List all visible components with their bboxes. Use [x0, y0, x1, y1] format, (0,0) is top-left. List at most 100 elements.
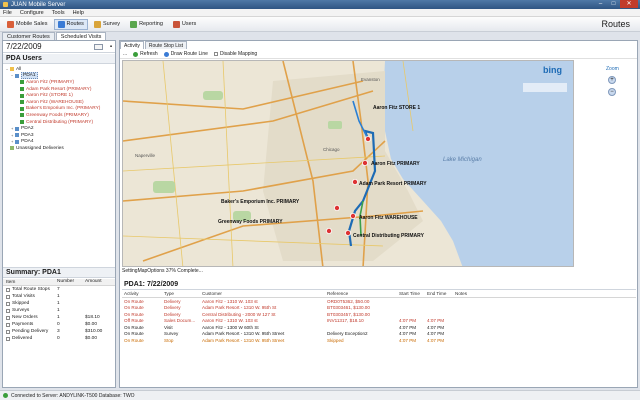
calendar-dropdown-icon[interactable] [94, 44, 103, 50]
tab-customer-routes[interactable]: Customer Routes [2, 32, 55, 40]
device-icon [15, 133, 19, 138]
connection-icon [3, 393, 8, 398]
survey-button[interactable]: Survey [90, 19, 124, 30]
tree-item-pda1[interactable]: − PDA1 [6, 72, 116, 80]
maximize-button[interactable]: □ [607, 0, 620, 8]
column-header[interactable]: Notes [455, 291, 485, 297]
column-header[interactable]: Start Time [399, 291, 427, 297]
cell-end: 4:07 PM [427, 318, 445, 324]
summary-row[interactable]: Surveys 1 [3, 307, 115, 314]
summary-number: 0 [57, 322, 60, 327]
map-label: Baker's Emporium Inc. PRIMARY [221, 199, 300, 205]
map-label: Greenway Foods PRIMARY [218, 219, 283, 225]
tree-item-customer[interactable]: Aaron Fitz (PRIMARY) [6, 79, 116, 86]
summary-row[interactable]: Pending Delivery 3 $310.00 [3, 328, 115, 335]
row-icon [6, 287, 10, 292]
pin-icon[interactable]: ▪ [110, 44, 112, 50]
map-menu-button[interactable]: ... [123, 51, 127, 57]
tab-scheduled-visits[interactable]: Scheduled Visits [55, 32, 107, 40]
users-button[interactable]: Users [169, 19, 200, 30]
cell-activity: On Route [124, 305, 144, 311]
zoom-in-icon[interactable]: + [608, 76, 616, 84]
summary-number: 1 [57, 301, 60, 306]
menu-configure[interactable]: Configure [20, 10, 44, 16]
column-header[interactable]: End Time [427, 291, 455, 297]
summary-table: Item Number Amount Total Route Stops 7 T… [3, 279, 115, 342]
draw-route-button[interactable]: Draw Route Line [163, 51, 208, 57]
cell-customer: Aaron Fitz - 1310 W. 103 st [202, 298, 258, 304]
tree-label: Unassigned Deliveries [16, 145, 64, 151]
map-status-text: SettingMapOptions 37% Complete... [122, 268, 203, 274]
summary-item: Payments [12, 322, 34, 327]
summary-number: 0 [57, 336, 60, 341]
disable-mapping-checkbox[interactable]: Disable Mapping [213, 51, 257, 57]
customer-icon [20, 80, 24, 85]
zoom-out-icon[interactable]: − [608, 88, 616, 96]
column-header[interactable]: Reference [327, 291, 399, 297]
zoom-panel: Zoom + − [576, 60, 636, 267]
refresh-button[interactable]: Refresh [133, 51, 158, 57]
cell-end: 4:07 PM [427, 331, 445, 337]
routes-button[interactable]: Routes [53, 18, 88, 30]
customer-icon [20, 87, 24, 92]
tab-activity[interactable]: Activity [120, 41, 144, 49]
tab-route-stop-list[interactable]: Route Stop List [144, 41, 188, 49]
menu-tools[interactable]: Tools [52, 10, 65, 16]
tree-item-customer[interactable]: Central Distributing (PRIMARY) [6, 119, 116, 126]
cell-activity: On Route [124, 324, 144, 330]
map-label: Central Distributing PRIMARY [353, 233, 425, 239]
tree-label: PDA1 [21, 72, 38, 80]
device-icon [15, 73, 19, 78]
tree-item-pda4[interactable]: + PDA4 [6, 139, 116, 146]
summary-item: Delivered [12, 336, 33, 341]
cell-customer: Adam Park Resort - 1310 W. 95th St [202, 305, 277, 311]
menu-bar: File Configure Tools Help [0, 9, 640, 17]
summary-row[interactable]: Total Route Stops 7 [3, 286, 115, 293]
summary-row[interactable]: Skipped 1 [3, 300, 115, 307]
cell-start: 4:07 PM [399, 324, 417, 330]
tree-item-pda3[interactable]: + PDA3 [6, 132, 116, 139]
activity-row[interactable]: On Route Stop Adam Park Resort - 1310 W.… [122, 337, 636, 344]
customer-icon [20, 120, 24, 125]
tree-item-customer[interactable]: Baker's Emporium Inc. (PRIMARY) [6, 106, 116, 113]
routes-icon [57, 20, 65, 28]
checkbox[interactable] [213, 52, 218, 56]
cell-activity: On Route [124, 298, 144, 304]
tree-label: Adam Park Resort (PRIMARY) [26, 86, 92, 92]
app-icon [3, 2, 8, 7]
column-header[interactable]: Customer [202, 291, 327, 297]
cell-customer: Aaron Fitz - 1300 W 60th St [202, 324, 259, 330]
tree-item-customer[interactable]: Aaron Fitz (STORE 1) [6, 92, 116, 99]
tree-label: PDA3 [21, 132, 34, 138]
menu-help[interactable]: Help [73, 10, 84, 16]
minimize-button[interactable]: – [594, 0, 607, 8]
summary-row[interactable]: Total Visits 1 [3, 293, 115, 300]
tree-item-pda2[interactable]: + PDA2 [6, 125, 116, 132]
column-header[interactable]: Type [164, 291, 202, 297]
tree-item-customer[interactable]: Greenway Foods (PRIMARY) [6, 112, 116, 119]
tree-item-unassigned[interactable]: Unassigned Deliveries [6, 145, 116, 152]
column-header[interactable]: Amount [85, 279, 113, 285]
column-header[interactable]: Item [3, 279, 57, 285]
map-canvas[interactable]: Aaron Fitz STORE 1 Aaron Fitz PRIMARY Ad… [123, 61, 574, 267]
tree-item-customer[interactable]: Aaron Fitz (WAREHOUSE) [6, 99, 116, 106]
mobile-sales-button[interactable]: Mobile Sales [3, 19, 52, 30]
refresh-icon [133, 51, 139, 57]
cell-type: Stop [164, 337, 174, 343]
column-header[interactable]: Number [57, 279, 85, 285]
column-header[interactable]: Activity [122, 291, 164, 297]
date-picker[interactable]: 7/22/2009 ▪ [3, 41, 115, 53]
tree-item-customer[interactable]: Adam Park Resort (PRIMARY) [6, 86, 116, 93]
summary-row[interactable]: Payments 0 $0.00 [3, 321, 115, 328]
route-map[interactable]: Aaron Fitz STORE 1 Aaron Fitz PRIMARY Ad… [122, 60, 574, 267]
summary-amount: $310.00 [85, 329, 103, 334]
summary-item: Pending Delivery [12, 329, 49, 334]
reporting-button[interactable]: Reporting [126, 19, 167, 30]
map-label: Aaron Fitz STORE 1 [373, 105, 420, 111]
summary-row[interactable]: Delivered 0 $0.00 [3, 335, 115, 342]
summary-row[interactable]: New Orders 1 $18.10 [3, 314, 115, 321]
map-style-selector[interactable] [523, 83, 567, 92]
menu-file[interactable]: File [3, 10, 12, 16]
bing-logo: bing [543, 65, 562, 75]
close-button[interactable]: ✕ [620, 0, 638, 8]
